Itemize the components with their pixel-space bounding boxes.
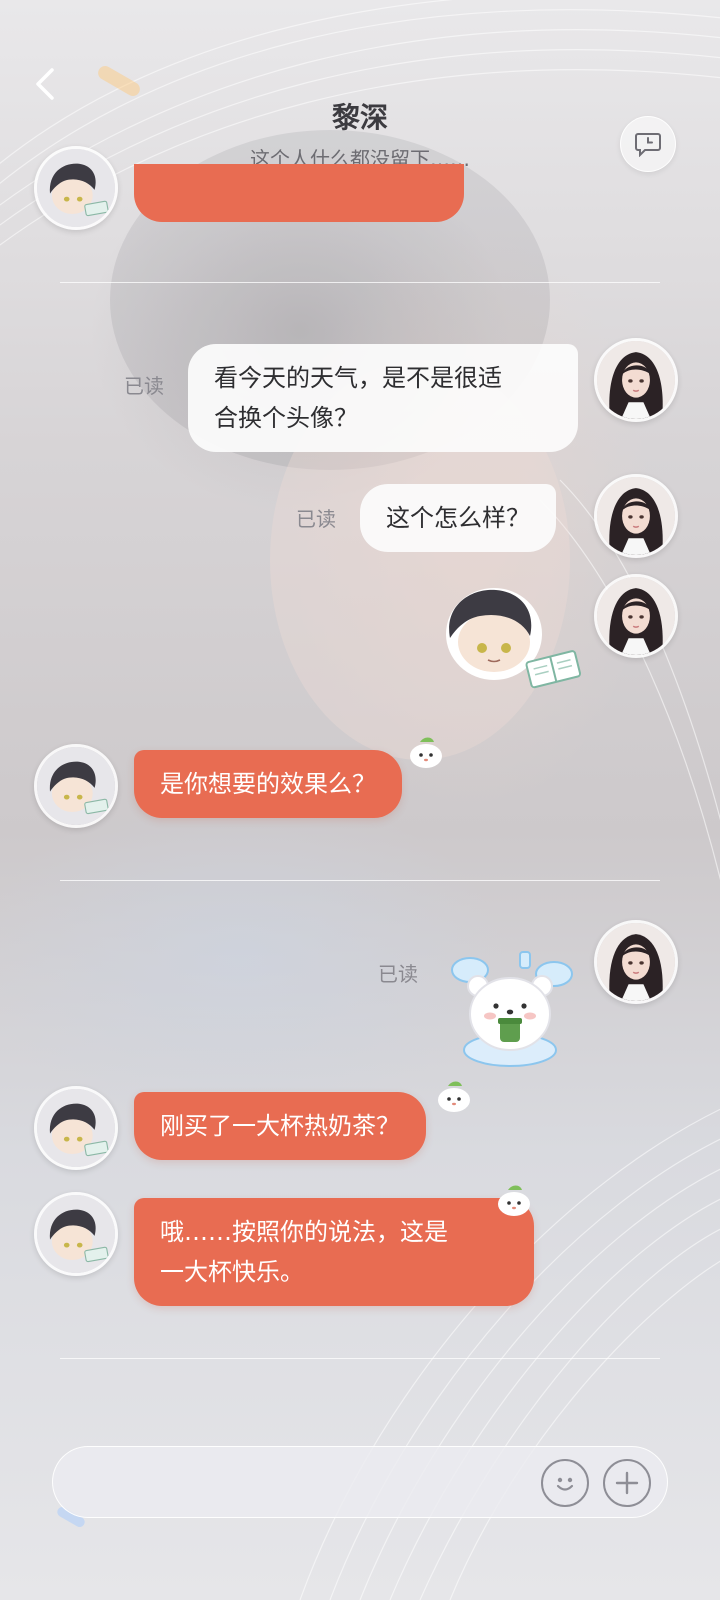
radish-badge-icon [498,1185,530,1216]
contact-avatar[interactable] [34,1086,118,1170]
chibi-boy-avatar-icon [37,1195,115,1273]
message-line: 是你想要的效果么？ [160,770,376,798]
user-avatar[interactable] [594,920,678,1004]
message-input[interactable] [77,1461,517,1505]
girl-avatar-icon [597,341,675,419]
divider [60,1358,660,1359]
radish-badge-icon [410,737,442,768]
chibi-boy-avatar-icon [37,1089,115,1167]
chat-history-button[interactable] [620,116,676,172]
girl-avatar-icon [597,477,675,555]
smiley-icon [556,1477,574,1491]
divider [60,282,660,283]
outgoing-message-bubble[interactable]: 看今天的天气，是不是很适 合换个头像？ [188,344,578,452]
read-receipt: 已读 [124,374,164,398]
contact-name: 黎深 [331,101,388,134]
user-avatar[interactable] [594,338,678,422]
chibi-boy-avatar-icon [37,747,115,825]
bear-holding-cup-sticker[interactable] [450,950,574,1070]
incoming-message-bubble[interactable]: 是你想要的效果么？ [134,750,402,818]
incoming-message-bubble[interactable]: 刚买了一大杯热奶茶？ [134,1092,426,1160]
contact-avatar[interactable] [34,146,118,230]
message-line: 哦……按照你的说法，这是 [160,1218,448,1246]
incoming-message-bubble[interactable]: 哦……按照你的说法，这是 一大杯快乐。 [134,1198,534,1306]
girl-avatar-icon [597,577,675,655]
plus-icon [615,1471,639,1495]
message-line: 看今天的天气，是不是很适 [214,364,502,392]
message-line: 这个怎么样？ [386,504,530,532]
user-avatar[interactable] [594,474,678,558]
chat-history-icon [635,133,661,157]
read-receipt: 已读 [296,507,336,531]
message-input-bar [52,1446,668,1518]
add-button[interactable] [603,1459,651,1507]
partial-incoming-bubble [134,164,464,222]
message-line: 一大杯快乐。 [160,1258,304,1286]
read-receipt: 已读 [378,962,418,986]
contact-avatar[interactable] [34,1192,118,1276]
radish-badge-icon [438,1081,470,1112]
contact-avatar[interactable] [34,744,118,828]
girl-avatar-icon [597,923,675,1001]
message-line: 刚买了一大杯热奶茶？ [160,1112,400,1140]
chibi-boy-reading-sticker[interactable] [436,580,586,700]
outgoing-message-bubble[interactable]: 这个怎么样？ [360,484,556,552]
chibi-boy-avatar-icon [37,149,115,227]
emoji-button[interactable] [541,1459,589,1507]
message-line: 合换个头像？ [214,404,358,432]
divider [60,880,660,881]
user-avatar[interactable] [594,574,678,658]
